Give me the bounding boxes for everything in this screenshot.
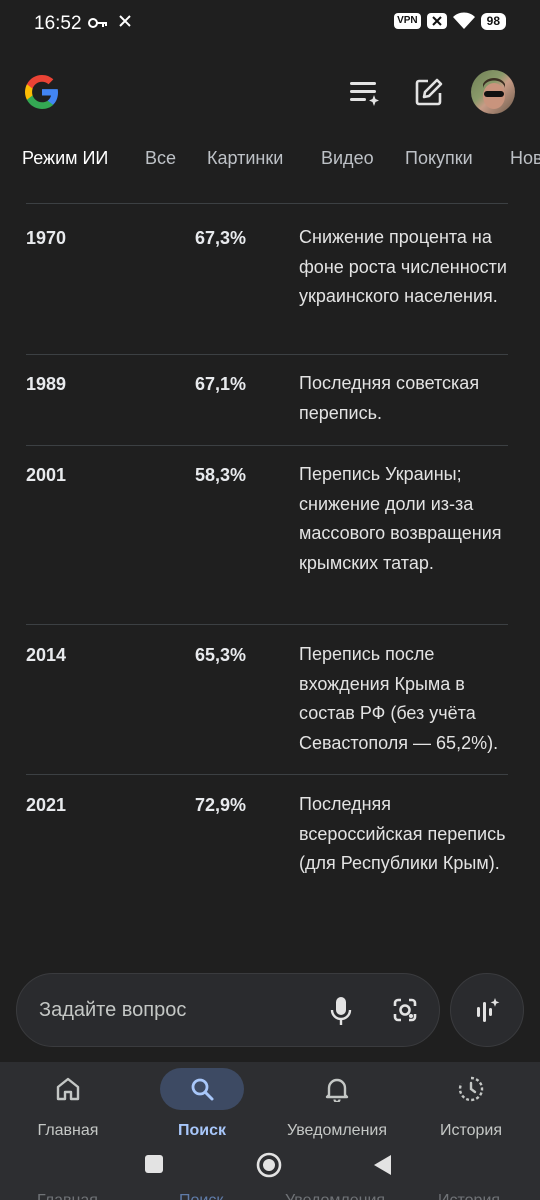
results-table: 1970 67,3% Снижение процента на фоне рос… bbox=[0, 203, 540, 973]
nav-history[interactable]: История bbox=[411, 1068, 531, 1148]
row-divider bbox=[26, 445, 508, 446]
cell-note: Последняя всероссийская перепись (для Ре… bbox=[299, 794, 506, 873]
tab-news[interactable]: Нов bbox=[510, 148, 540, 169]
cell-year: 1970 bbox=[26, 228, 67, 248]
nav-history-label: История bbox=[439, 1122, 503, 1139]
cell-note: Перепись Украины; снижение доли из-за ма… bbox=[299, 464, 502, 573]
status-bar: 16:52 VPN 98 bbox=[0, 0, 540, 48]
status-time: 16:52 bbox=[34, 13, 82, 34]
ghost-home-label: Главная bbox=[37, 1192, 98, 1200]
close-notification-icon bbox=[119, 15, 131, 27]
cell-year: 2014 bbox=[26, 645, 67, 665]
ai-list-icon bbox=[350, 82, 379, 106]
search-icon bbox=[191, 1078, 214, 1101]
nav-notifications[interactable]: Уведомления bbox=[277, 1068, 397, 1148]
x-badge-icon bbox=[426, 13, 447, 29]
camera-lens-icon[interactable] bbox=[391, 996, 419, 1024]
ai-voice-button[interactable] bbox=[450, 973, 524, 1047]
row-divider bbox=[26, 203, 508, 204]
ghost-notifications-label: Уведомления bbox=[285, 1192, 385, 1200]
tab-videos[interactable]: Видео bbox=[321, 148, 374, 169]
nav-notifications-icon-wrap bbox=[295, 1068, 379, 1110]
status-right: VPN 98 bbox=[394, 12, 506, 30]
home-icon bbox=[56, 1077, 80, 1101]
header bbox=[0, 56, 540, 128]
cell-year: 1989 bbox=[26, 374, 67, 394]
ghost-history-label: История bbox=[438, 1192, 500, 1200]
nav-search[interactable]: Поиск bbox=[142, 1068, 262, 1148]
home-circle-icon[interactable] bbox=[256, 1152, 282, 1178]
cell-note: Перепись после вхождения Крыма в состав … bbox=[299, 644, 499, 753]
cell-year: 2001 bbox=[26, 465, 67, 485]
cell-year: 2021 bbox=[26, 795, 67, 815]
tab-all[interactable]: Все bbox=[145, 148, 176, 169]
cell-note: Снижение процента на фоне роста численно… bbox=[299, 227, 507, 306]
wifi-icon bbox=[452, 12, 475, 29]
cell-percent: 67,1% bbox=[195, 374, 247, 394]
avatar[interactable] bbox=[471, 70, 515, 114]
edit-icon bbox=[415, 78, 443, 106]
nav-notifications-label: Уведомления bbox=[286, 1122, 388, 1139]
search-tabs: Режим ИИ Все Картинки Видео Покупки Нов bbox=[0, 140, 540, 180]
row-divider bbox=[26, 354, 508, 355]
microphone-icon[interactable] bbox=[329, 996, 353, 1026]
nav-home[interactable]: Главная bbox=[8, 1068, 128, 1148]
cell-percent: 72,9% bbox=[195, 795, 247, 815]
bell-icon bbox=[325, 1078, 349, 1102]
cell-percent: 67,3% bbox=[195, 228, 247, 248]
ai-sparkle-bars-icon bbox=[477, 998, 500, 1022]
key-icon bbox=[88, 18, 107, 28]
nav-search-icon-wrap bbox=[160, 1068, 244, 1110]
google-g-logo[interactable] bbox=[22, 72, 62, 112]
nav-history-icon-wrap bbox=[429, 1068, 513, 1110]
recents-square-icon[interactable] bbox=[144, 1154, 164, 1174]
tab-images[interactable]: Картинки bbox=[207, 148, 283, 169]
nav-search-label: Поиск bbox=[177, 1122, 226, 1139]
row-divider bbox=[26, 624, 508, 625]
ai-list-button[interactable] bbox=[346, 74, 382, 110]
ghost-nav-labels: Главная Поиск Уведомления История bbox=[0, 1190, 540, 1200]
ask-placeholder: Задайте вопрос bbox=[39, 999, 187, 1021]
history-icon bbox=[458, 1076, 484, 1102]
nav-home-label: Главная bbox=[37, 1122, 99, 1139]
nav-home-icon-wrap bbox=[26, 1068, 110, 1110]
battery-badge: 98 bbox=[480, 12, 506, 30]
ask-input[interactable]: Задайте вопрос bbox=[16, 973, 440, 1047]
tab-ai-mode[interactable]: Режим ИИ bbox=[22, 148, 108, 169]
ghost-search-label: Поиск bbox=[179, 1192, 223, 1200]
tab-shopping[interactable]: Покупки bbox=[405, 148, 473, 169]
cell-percent: 58,3% bbox=[195, 465, 247, 485]
avatar-face-icon bbox=[483, 78, 505, 109]
back-triangle-icon[interactable] bbox=[372, 1154, 392, 1176]
cell-percent: 65,3% bbox=[195, 645, 247, 665]
edit-button[interactable] bbox=[411, 74, 447, 110]
vpn-badge: VPN bbox=[394, 13, 421, 29]
row-divider bbox=[26, 774, 508, 775]
cell-note: Последняя советская перепись. bbox=[299, 373, 480, 423]
